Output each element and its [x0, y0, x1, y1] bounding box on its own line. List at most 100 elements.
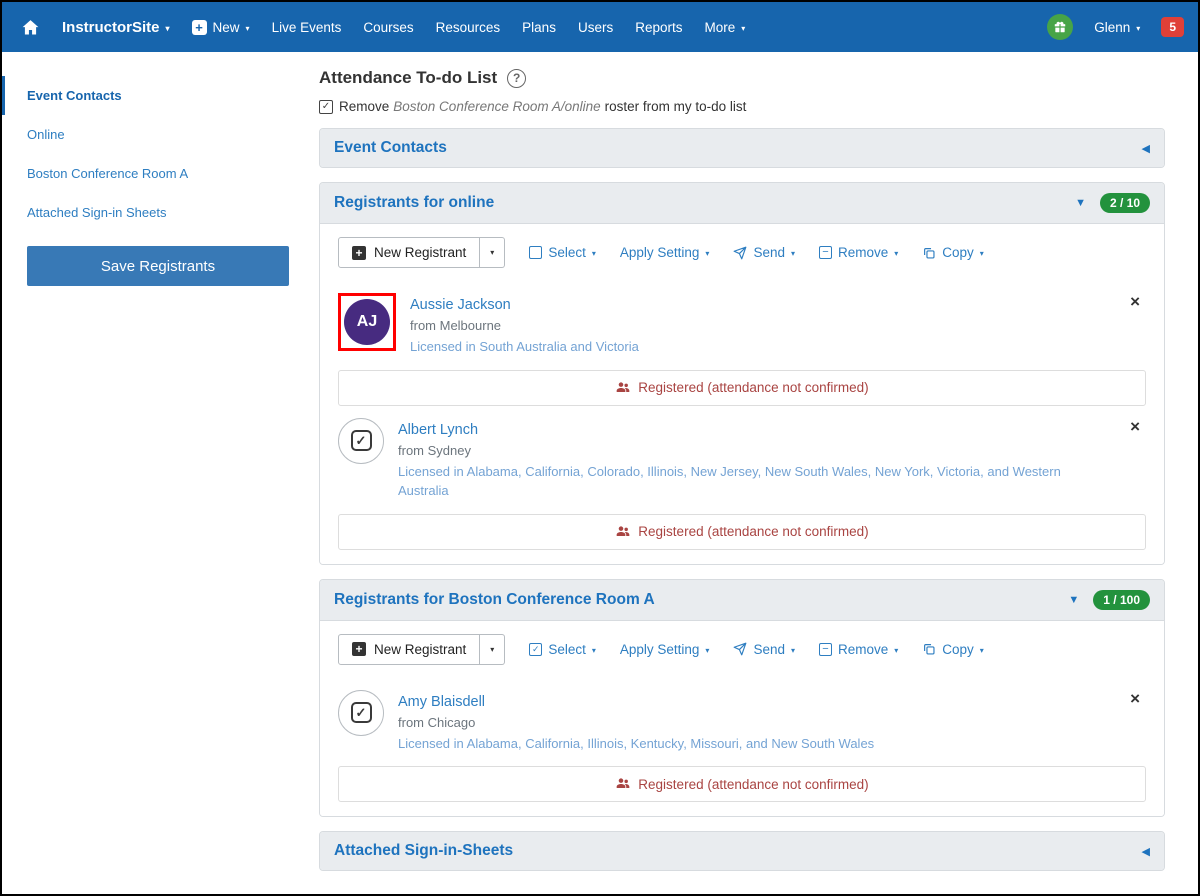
collapse-toggle-icon[interactable]: ▼ — [1068, 594, 1079, 606]
nav-live-events[interactable]: Live Events — [261, 12, 353, 43]
todo-text: Remove Boston Conference Room A/online ros… — [339, 99, 747, 114]
registration-status: Registered (attendance not confirmed) — [338, 513, 1146, 550]
minus-icon: − — [818, 246, 832, 259]
status-text: Registered (attendance not confirmed) — [638, 380, 869, 395]
registrant-name-link[interactable]: Albert Lynch — [398, 422, 478, 438]
registrant-count-badge: 1 / 100 — [1093, 589, 1150, 610]
registration-status: Registered (attendance not confirmed) — [338, 766, 1146, 802]
panel-header-attached-sign-in-sheets[interactable]: Attached Sign-in-Sheets ◀ — [320, 832, 1164, 870]
sidebar-item-online[interactable]: Online — [2, 115, 302, 154]
registrant-licensed[interactable]: Licensed in Alabama, California, Colorad… — [398, 462, 1108, 501]
avatar[interactable]: AJ — [344, 299, 390, 345]
remove-dropdown[interactable]: − Remove ▾ — [818, 642, 899, 657]
new-registrant-button[interactable]: + New Registrant — [338, 237, 481, 268]
brand-menu[interactable]: InstructorSite ▾ — [51, 11, 181, 44]
chevron-down-icon: ▾ — [591, 645, 596, 655]
panel-header-event-contacts[interactable]: Event Contacts ◀ — [320, 129, 1164, 167]
chevron-down-icon: ▾ — [894, 249, 899, 258]
panel-title: Registrants for online — [334, 194, 495, 211]
save-registrants-button[interactable]: Save Registrants — [27, 246, 289, 286]
new-registrant-dropdown-button[interactable]: ▾ — [480, 237, 506, 268]
registrants-toolbar: + New Registrant ▾ Select ▾ Apply Settin… — [338, 224, 1146, 281]
registrant-count-badge: 2 / 10 — [1099, 193, 1150, 213]
panel-registrants-boston: Registrants for Boston Conference Room A… — [319, 578, 1165, 817]
new-registrant-button-group: + New Registrant ▾ — [338, 633, 506, 665]
panel-title: Event Contacts — [334, 139, 447, 156]
main-content: Attendance To-do List ? ✓ Remove Boston C… — [302, 52, 1198, 894]
new-registrant-dropdown-button[interactable]: ▾ — [480, 633, 506, 665]
sidebar-item-event-contacts[interactable]: Event Contacts — [2, 76, 302, 115]
registrant-from: from Sydney — [398, 442, 471, 458]
more-menu[interactable]: More ▾ — [694, 12, 757, 43]
close-icon[interactable]: × — [1124, 418, 1146, 435]
panel-header-registrants-online[interactable]: Registrants for online ▼ 2 / 10 — [320, 183, 1164, 223]
panel-header-registrants-boston[interactable]: Registrants for Boston Conference Room A… — [320, 579, 1164, 620]
notification-badge[interactable]: 5 — [1161, 17, 1184, 37]
nav-courses[interactable]: Courses — [352, 12, 424, 43]
apply-setting-dropdown[interactable]: Apply Setting ▾ — [620, 245, 710, 260]
new-menu[interactable]: + New ▾ — [181, 12, 261, 43]
registrant-card-albert-lynch: ✓ Albert Lynch from Sydney Licensed in A… — [338, 406, 1146, 550]
chevron-down-icon: ▾ — [790, 645, 795, 655]
red-annotation-box: AJ — [338, 293, 396, 351]
minus-icon: − — [818, 642, 832, 656]
copy-dropdown[interactable]: Copy ▾ — [922, 642, 984, 657]
select-dropdown[interactable]: Select ▾ — [529, 245, 596, 260]
registrant-licensed[interactable]: Licensed in Alabama, California, Illinoi… — [398, 734, 1108, 754]
panel-event-contacts: Event Contacts ◀ — [319, 128, 1165, 168]
chevron-down-icon: ▾ — [705, 249, 710, 258]
nav-reports[interactable]: Reports — [624, 12, 693, 43]
close-icon[interactable]: × — [1124, 690, 1146, 707]
registrant-from: from Melbourne — [410, 318, 502, 333]
registrant-card-aussie-jackson: AJ Aussie Jackson from Melbourne License… — [338, 281, 1146, 406]
registrant-card-amy-blaisdell: ✓ Amy Blaisdell from Chicago Licensed in… — [338, 678, 1146, 802]
nav-users[interactable]: Users — [567, 12, 624, 43]
nav-plans[interactable]: Plans — [511, 12, 567, 43]
panel-attached-sign-in-sheets: Attached Sign-in-Sheets ◀ — [319, 831, 1165, 871]
registration-status: Registered (attendance not confirmed) — [338, 369, 1146, 406]
send-dropdown[interactable]: Send ▾ — [733, 245, 795, 260]
status-text: Registered (attendance not confirmed) — [638, 524, 869, 539]
checked-checkbox-icon[interactable]: ✓ — [319, 99, 333, 114]
chevron-down-icon: ▾ — [741, 23, 746, 33]
registrants-toolbar: + New Registrant ▾ ✓ Select ▾ Apply Sett… — [338, 621, 1146, 678]
app-window: InstructorSite ▾ + New ▾ Live Events Cou… — [0, 0, 1200, 896]
person-icon — [615, 776, 631, 792]
remove-dropdown[interactable]: − Remove ▾ — [818, 245, 899, 260]
copy-icon — [922, 246, 936, 260]
help-icon[interactable]: ? — [507, 68, 527, 88]
chevron-down-icon: ▾ — [979, 249, 984, 258]
sidebar-item-boston-conference-room-a[interactable]: Boston Conference Room A — [2, 154, 302, 193]
todo-remove-line: ✓ Remove Boston Conference Room A/online r… — [319, 99, 1165, 114]
select-dropdown[interactable]: ✓ Select ▾ — [529, 642, 596, 657]
user-menu[interactable]: Glenn ▾ — [1083, 12, 1151, 43]
chevron-down-icon: ▾ — [591, 249, 596, 258]
chevron-down-icon: ▾ — [894, 645, 899, 655]
sidebar: Event Contacts Online Boston Conference … — [2, 52, 302, 894]
registrant-name-link[interactable]: Aussie Jackson — [410, 297, 511, 313]
avatar-select-checkbox[interactable]: ✓ — [338, 417, 384, 464]
copy-dropdown[interactable]: Copy ▾ — [922, 245, 984, 260]
chevron-down-icon: ▾ — [979, 645, 984, 655]
nav-resources[interactable]: Resources — [425, 12, 512, 43]
close-icon[interactable]: × — [1124, 293, 1146, 310]
send-dropdown[interactable]: Send ▾ — [733, 642, 795, 657]
plus-icon: + — [352, 642, 366, 656]
apply-setting-dropdown[interactable]: Apply Setting ▾ — [620, 642, 710, 657]
checked-checkbox-icon: ✓ — [350, 430, 372, 451]
registrant-licensed[interactable]: Licensed in South Australia and Victoria — [410, 337, 1110, 357]
send-icon — [733, 246, 747, 260]
collapse-toggle-icon[interactable]: ◀ — [1142, 142, 1150, 155]
sidebar-item-attached-sign-in-sheets[interactable]: Attached Sign-in Sheets — [2, 193, 302, 232]
chevron-down-icon: ▾ — [165, 23, 170, 33]
navbar-right: Glenn ▾ 5 — [1047, 12, 1184, 43]
registrant-name-link[interactable]: Amy Blaisdell — [398, 694, 485, 710]
plus-icon: + — [352, 245, 366, 260]
collapse-toggle-icon[interactable]: ◀ — [1142, 845, 1150, 858]
home-icon[interactable] — [16, 11, 51, 44]
new-registrant-button[interactable]: + New Registrant — [338, 633, 481, 665]
panel-title: Registrants for Boston Conference Room A — [334, 590, 655, 608]
avatar-select-checkbox[interactable]: ✓ — [338, 689, 384, 736]
gift-icon[interactable] — [1047, 14, 1074, 40]
collapse-toggle-icon[interactable]: ▼ — [1075, 197, 1086, 209]
